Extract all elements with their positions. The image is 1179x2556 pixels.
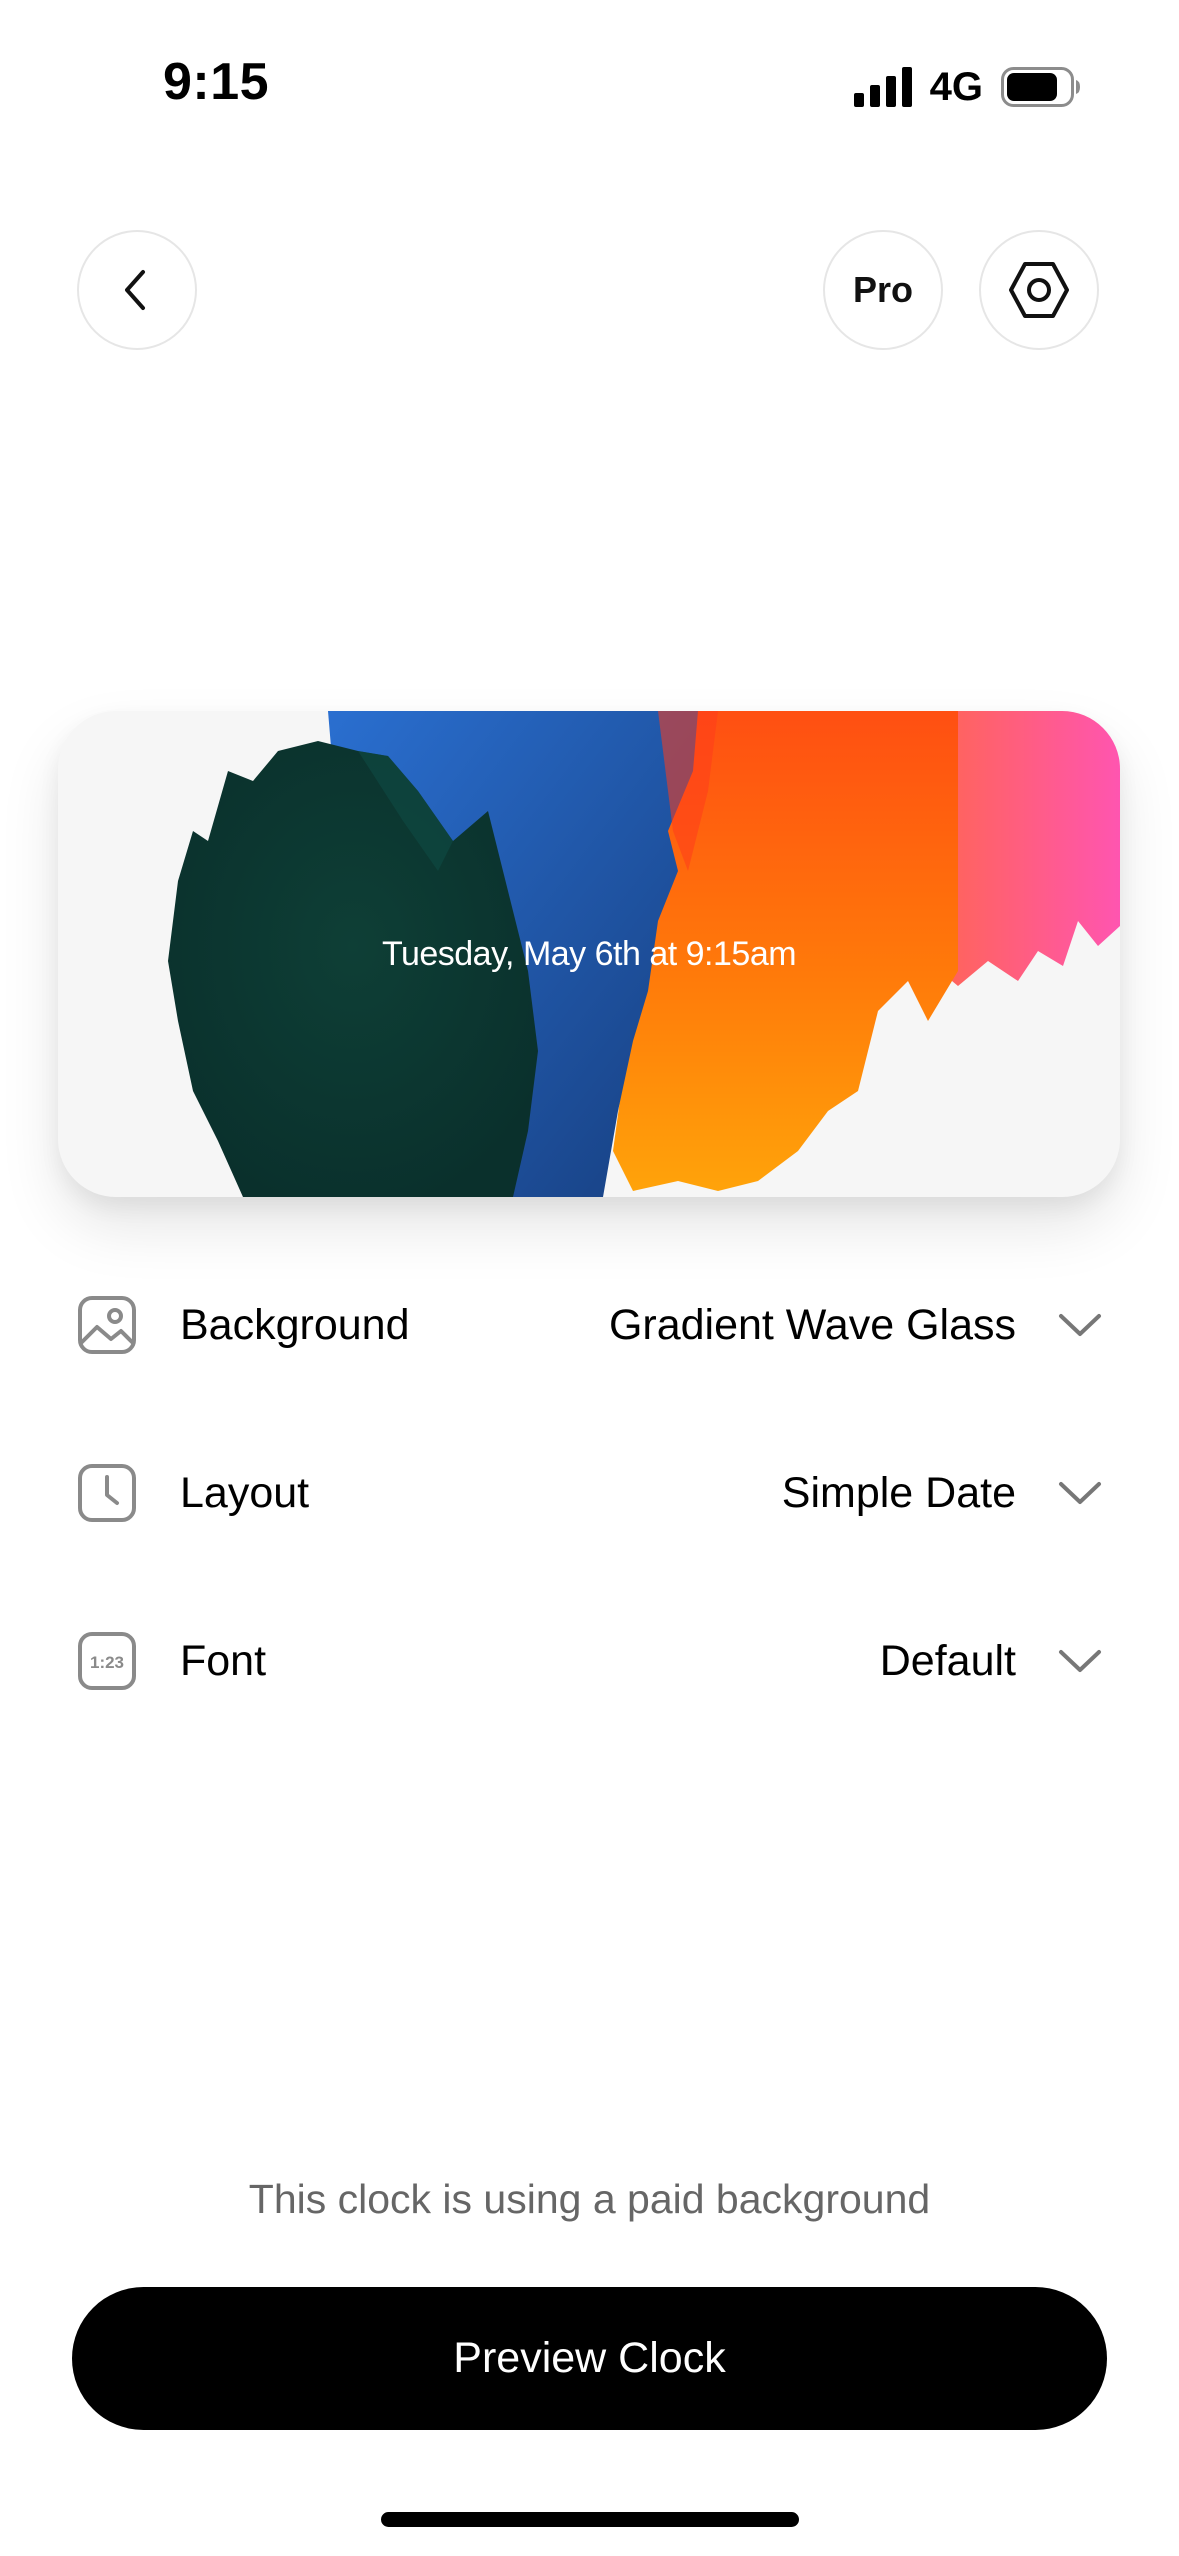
status-indicators: 4G: [853, 64, 1081, 110]
clock-preview-card[interactable]: Tuesday, May 6th at 9:15am: [58, 711, 1120, 1197]
signal-bars-icon: [853, 67, 912, 107]
chevron-down-icon[interactable]: [1058, 1310, 1102, 1340]
background-label: Background: [180, 1300, 410, 1349]
home-indicator[interactable]: [381, 2512, 799, 2527]
preview-clock-button[interactable]: Preview Clock: [72, 2287, 1107, 2430]
background-value[interactable]: Gradient Wave Glass: [609, 1301, 1016, 1350]
hexagon-settings-icon: [1009, 262, 1069, 318]
layout-option-row[interactable]: Layout Simple Date: [77, 1453, 1102, 1533]
paid-background-note: This clock is using a paid background: [248, 2176, 931, 2222]
layout-value[interactable]: Simple Date: [782, 1469, 1016, 1518]
battery-icon: [1001, 67, 1080, 107]
chevron-left-icon: [125, 270, 145, 310]
font-icon-text: 1:23: [90, 1653, 124, 1672]
layout-label: Layout: [180, 1468, 310, 1517]
image-icon: [78, 1296, 136, 1354]
font-123-icon: 1:23: [78, 1632, 136, 1690]
status-time: 9:15: [163, 53, 270, 111]
settings-button[interactable]: [979, 230, 1099, 350]
clock-icon: [78, 1464, 136, 1522]
pro-label: Pro: [852, 269, 913, 310]
pro-button[interactable]: Pro: [823, 230, 943, 350]
chevron-down-icon[interactable]: [1058, 1646, 1102, 1676]
font-option-row[interactable]: 1:23 Font Default: [77, 1621, 1102, 1701]
font-value[interactable]: Default: [880, 1637, 1016, 1686]
preview-date-text: Tuesday, May 6th at 9:15am: [381, 934, 797, 973]
chevron-down-icon[interactable]: [1058, 1478, 1102, 1508]
network-type: 4G: [929, 64, 983, 109]
background-option-row[interactable]: Background Gradient Wave Glass: [77, 1285, 1102, 1365]
font-label: Font: [180, 1636, 267, 1685]
back-button[interactable]: [77, 230, 197, 350]
